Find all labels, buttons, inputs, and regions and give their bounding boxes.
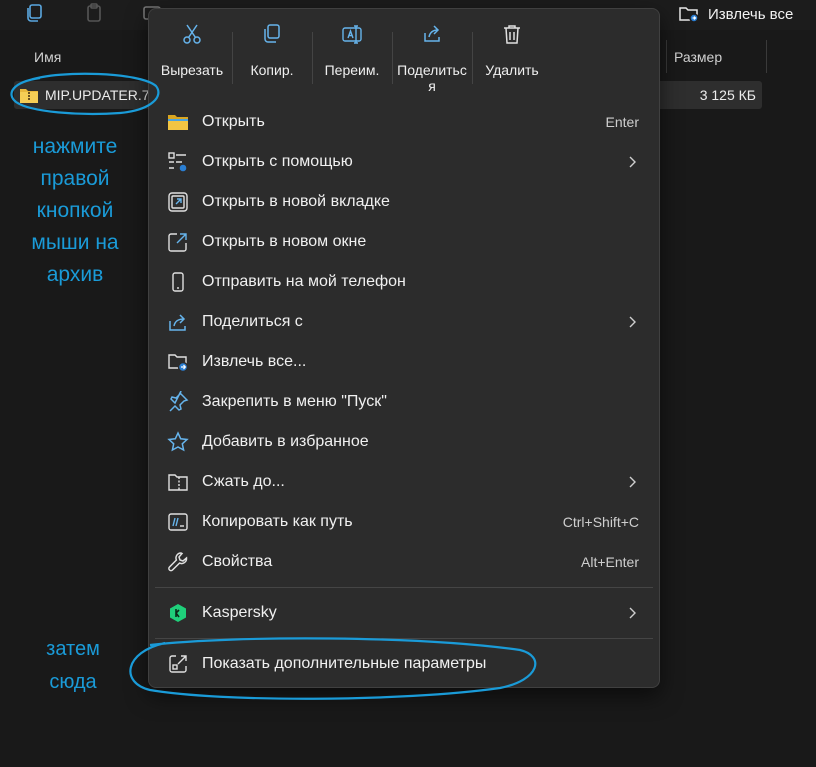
menu-items: Открыть Enter Открыть с помощью Открыть … (149, 102, 659, 684)
trash-icon (501, 23, 523, 45)
menu-divider (155, 638, 653, 639)
menu-item-send-to-phone[interactable]: Отправить на мой телефон (149, 262, 659, 302)
quick-divider (392, 32, 393, 84)
menu-item-label: Свойства (202, 553, 273, 570)
copy-icon (261, 23, 283, 45)
column-header-name[interactable]: Имя (34, 49, 61, 65)
annotation-line: правой (40, 167, 110, 190)
paste-icon[interactable] (84, 3, 104, 23)
menu-item-label: Поделиться с (202, 313, 303, 330)
kaspersky-icon (167, 602, 189, 624)
menu-item-label: Открыть (202, 113, 265, 130)
share-icon (167, 311, 189, 333)
annotation-line: архив (46, 263, 104, 286)
shortcut-text: Enter (605, 114, 639, 130)
column-divider[interactable] (666, 40, 667, 73)
menu-item-show-more-options[interactable]: Показать дополнительные параметры (149, 644, 659, 684)
delete-label: Удалить (485, 62, 539, 78)
chevron-right-icon (629, 476, 636, 488)
menu-item-label: Сжать до... (202, 473, 285, 490)
menu-item-pin-to-start[interactable]: Закрепить в меню "Пуск" (149, 382, 659, 422)
rename-icon (341, 23, 363, 45)
menu-item-label: Открыть в новом окне (202, 233, 367, 250)
share-icon (421, 23, 443, 45)
zip-folder-icon (20, 89, 38, 103)
context-menu: Вырезать Копир. Переим. Поделитьс я Удал… (148, 8, 660, 688)
folder-icon (167, 111, 189, 133)
annotation-then-here-hint: затем сюда (25, 633, 121, 699)
copy-button[interactable]: Копир. (232, 18, 312, 98)
menu-item-share-with[interactable]: Поделиться с (149, 302, 659, 342)
chevron-right-icon (629, 607, 636, 619)
rename-button[interactable]: Переим. (312, 18, 392, 98)
annotation-line: нажмите (32, 135, 118, 158)
menu-item-label: Kaspersky (202, 604, 277, 621)
new-tab-icon (167, 191, 189, 213)
annotation-line: затем (46, 638, 100, 660)
menu-divider (155, 587, 653, 588)
pin-icon (167, 390, 189, 413)
chevron-right-icon (629, 316, 636, 328)
menu-item-copy-as-path[interactable]: Копировать как путь Ctrl+Shift+C (149, 502, 659, 542)
quick-divider (472, 32, 473, 84)
menu-item-open-new-window[interactable]: Открыть в новом окне (149, 222, 659, 262)
cut-button[interactable]: Вырезать (152, 18, 232, 98)
copy-path-icon (167, 511, 189, 533)
extract-folder-icon (679, 7, 699, 23)
menu-item-open-new-tab[interactable]: Открыть в новой вкладке (149, 182, 659, 222)
annotation-line: мыши на (31, 231, 119, 254)
menu-item-label: Закрепить в меню "Пуск" (202, 393, 387, 410)
annotation-line: кнопкой (36, 199, 114, 222)
delete-button[interactable]: Удалить (472, 18, 552, 98)
copy-icon[interactable] (24, 3, 44, 23)
menu-item-label: Извлечь все... (202, 353, 307, 370)
cut-label: Вырезать (160, 62, 224, 78)
shortcut-text: Alt+Enter (581, 554, 639, 570)
menu-item-open-with[interactable]: Открыть с помощью (149, 142, 659, 182)
more-options-icon (167, 653, 189, 675)
chevron-right-icon (629, 156, 636, 168)
menu-item-add-to-favorites[interactable]: Добавить в избранное (149, 422, 659, 462)
compress-icon (167, 471, 189, 493)
menu-item-label: Копировать как путь (202, 513, 353, 530)
menu-item-label: Показать дополнительные параметры (202, 655, 487, 672)
rename-label: Переим. (324, 62, 380, 78)
quick-actions-bar: Вырезать Копир. Переим. Поделитьс я Удал… (152, 18, 552, 98)
extract-all-label: Извлечь все (708, 5, 794, 23)
annotation-line: сюда (49, 671, 97, 693)
menu-item-extract-all[interactable]: Извлечь все... (149, 342, 659, 382)
file-name: MIP.UPDATER.7. (45, 87, 154, 103)
menu-item-properties[interactable]: Свойства Alt+Enter (149, 542, 659, 582)
menu-item-compress-to[interactable]: Сжать до... (149, 462, 659, 502)
menu-item-open[interactable]: Открыть Enter (149, 102, 659, 142)
scissors-icon (181, 23, 203, 45)
extract-icon (167, 351, 189, 373)
quick-divider (232, 32, 233, 84)
menu-item-label: Добавить в избранное (202, 433, 369, 450)
annotation-right-click-hint: нажмите правой кнопкой мыши на архив (10, 131, 140, 291)
menu-item-label: Отправить на мой телефон (202, 273, 406, 290)
wrench-icon (167, 551, 189, 573)
copy-label: Копир. (250, 62, 294, 78)
share-label: Поделитьс я (397, 62, 467, 94)
menu-item-label: Открыть в новой вкладке (202, 193, 390, 210)
shortcut-text: Ctrl+Shift+C (562, 514, 639, 530)
column-header-size[interactable]: Размер (674, 49, 722, 65)
file-size: 3 125 КБ (699, 87, 756, 103)
new-window-icon (167, 231, 189, 253)
phone-icon (167, 271, 189, 293)
menu-item-kaspersky[interactable]: Kaspersky (149, 593, 659, 633)
quick-divider (312, 32, 313, 84)
extract-all-button[interactable]: Извлечь все (678, 2, 793, 26)
column-divider[interactable] (766, 40, 767, 73)
share-button[interactable]: Поделитьс я (392, 18, 472, 98)
open-with-icon (167, 151, 189, 173)
menu-item-label: Открыть с помощью (202, 153, 353, 170)
star-icon (167, 431, 189, 453)
